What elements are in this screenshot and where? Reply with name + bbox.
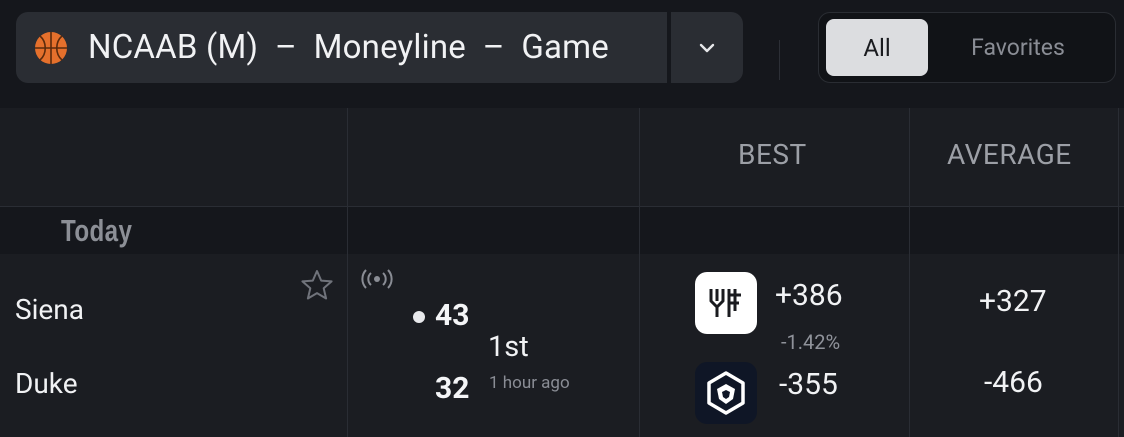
column-divider: [1118, 108, 1119, 437]
score-home: 32: [435, 371, 470, 406]
toolbar-divider: [779, 40, 780, 80]
sportsbook-yf-logo-icon: [709, 289, 741, 317]
basketball-icon: [35, 31, 67, 64]
table-header: BEST AVERAGE: [0, 108, 1124, 206]
average-odds-away: +327: [979, 284, 1047, 319]
score-away: 43: [435, 298, 470, 333]
section-header-today: Today: [0, 206, 1124, 255]
section-label: Today: [61, 213, 133, 248]
filter-toggle: All Favorites: [818, 12, 1116, 83]
top-bar: NCAAB (M) – Moneyline – Game All Favorit…: [0, 0, 1124, 108]
lion-logo-icon: [707, 371, 745, 415]
team-name-home[interactable]: Duke: [15, 367, 78, 400]
book-logo-cryptocom[interactable]: [695, 362, 757, 424]
best-odds-away[interactable]: +386: [775, 278, 843, 313]
column-header-average[interactable]: AVERAGE: [947, 138, 1072, 171]
game-time-ago: 1 hour ago: [489, 373, 570, 393]
game-row[interactable]: Siena Duke 43 32 1st 1 hour ago +386 -1.…: [0, 254, 1124, 437]
column-header-best[interactable]: BEST: [738, 138, 807, 171]
column-divider: [639, 108, 640, 437]
column-divider: [909, 108, 910, 437]
game-period: 1st: [488, 330, 529, 364]
average-odds-home: -466: [984, 365, 1043, 400]
odds-table: BEST AVERAGE Today Siena Duke 43 32 1st …: [0, 108, 1124, 437]
best-odds-home[interactable]: -355: [779, 367, 838, 402]
column-divider: [347, 108, 348, 437]
filter-favorites-tab[interactable]: Favorites: [929, 19, 1107, 76]
best-odds-change-away: -1.42%: [781, 330, 841, 354]
book-logo-yf[interactable]: [695, 272, 757, 334]
favorite-star-icon[interactable]: [299, 268, 335, 302]
live-broadcast-icon: [361, 269, 393, 289]
chevron-down-icon: [699, 43, 715, 52]
league-market-title: NCAAB (M) – Moneyline – Game: [88, 28, 610, 67]
possession-indicator: [413, 311, 425, 323]
league-dropdown-button[interactable]: [671, 12, 743, 83]
league-market-selector[interactable]: NCAAB (M) – Moneyline – Game: [16, 12, 667, 83]
team-name-away[interactable]: Siena: [15, 293, 84, 326]
filter-all-tab[interactable]: All: [826, 19, 928, 76]
